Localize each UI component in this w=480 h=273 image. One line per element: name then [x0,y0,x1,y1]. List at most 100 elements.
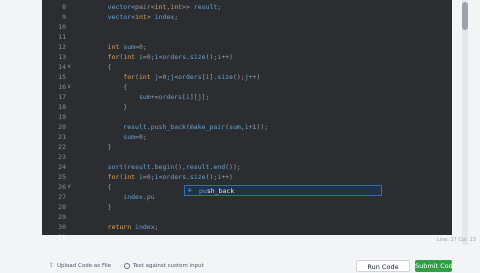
code-token: ++) [221,173,233,181]
custom-input-checkbox[interactable] [124,263,130,269]
fold-chevron-icon[interactable]: ∨ [67,182,71,192]
custom-input-label[interactable]: Test against custom input [133,263,204,269]
run-code-button[interactable]: Run Code [356,260,410,272]
code-line[interactable]: 19 [42,112,452,122]
code-token: int [138,73,155,81]
line-number: 10 [58,23,66,31]
code-editor[interactable]: 8 vector<pair<int,int>> result; 9 vector<… [42,0,452,235]
upload-code-link[interactable]: Upload Code as File [57,263,111,269]
code-line[interactable]: 28 } [42,202,452,212]
code-line[interactable]: 24 sort(result.begin(),result.end()); [42,162,452,172]
upload-icon[interactable]: ⇪ [49,262,54,269]
line-number: 29 [58,213,66,221]
code-text: int sum=0; [92,42,147,52]
code-token: ]; [201,93,210,101]
code-token: result [185,163,210,171]
code-token: (), [174,163,186,171]
page-scrollbar-track[interactable] [462,0,468,270]
code-token: int [135,13,147,21]
code-token: int [123,173,139,181]
code-token: ; [154,223,159,231]
code-token: ()); [225,163,241,171]
code-token: sort [92,163,124,171]
fold-chevron-icon[interactable]: ∨ [67,82,71,92]
code-token: int [154,3,167,11]
code-token: result [127,163,151,171]
code-token: =0; [135,43,147,51]
code-line[interactable]: 29 [42,212,452,222]
code-token: make_pair [189,123,226,131]
code-line[interactable]: 12 int sum=0; [42,42,452,52]
code-line[interactable]: 11 [42,32,452,42]
code-token: (); [232,73,245,81]
code-token: (); [205,53,218,61]
line-number: 8 [62,3,66,11]
code-token: for [92,73,136,81]
code-text: vector<pair<int,int>> result; [92,2,222,12]
line-number: 27 [58,193,66,201]
code-token: index [92,193,143,201]
code-text: { [92,82,127,92]
code-token: =0; [142,173,155,181]
code-line[interactable]: 17 sum+=orders[i][j]; [42,92,452,102]
code-line[interactable]: 20 result.push_back(make_pair(sum,i+1)); [42,122,452,132]
code-text: for(int j=0;j<orders[i].size();j++) [92,72,260,82]
code-text: { [92,182,112,192]
code-token: result [92,123,147,131]
line-number: 19 [58,113,66,121]
code-token: size [217,73,233,81]
code-line[interactable]: 23 [42,152,452,162]
code-token: vector [92,13,132,21]
code-line[interactable]: 18 } [42,102,452,112]
line-number: 25 [58,173,66,181]
code-line[interactable]: 10 [42,22,452,32]
code-token: int [92,43,124,51]
line-number: 23 [58,153,66,161]
method-icon: ⊕ [188,187,192,194]
code-line[interactable]: 15 for(int j=0;j<orders[i].size();j++) [42,72,452,82]
code-token: index [154,13,175,21]
code-token: vector [92,3,132,11]
autocomplete-suggestion[interactable]: ⊕ push_back [184,185,382,196]
line-number: 18 [58,103,66,111]
code-text: sum=0; [92,132,147,142]
code-line[interactable]: 8 vector<pair<int,int>> result; [42,2,452,12]
code-token: sum [123,43,136,51]
code-line[interactable]: 25 for(int i=0;i<orders.size();i++) [42,172,452,182]
code-token: ; [217,3,222,11]
code-token: return [92,223,136,231]
fold-chevron-icon[interactable]: ∨ [67,62,71,72]
line-number: 9 [62,13,66,21]
code-line[interactable]: 16 ∨ { [42,82,452,92]
suggestion-rest-text: sh_back [206,187,235,195]
code-line[interactable]: 22 } [42,142,452,152]
code-token: ++) [248,73,261,81]
code-line[interactable]: 9 vector<int> index; [42,12,452,22]
suggestion-match-text: pu [199,187,207,195]
code-line[interactable]: 30 return index; [42,222,452,232]
code-text: { [92,62,112,72]
code-token: > [146,13,155,21]
cursor-position: Line: 27 Col: 13 [436,237,476,243]
code-text: vector<int> index; [92,12,179,22]
code-token: int [170,3,183,11]
code-text: } [92,142,112,152]
code-line[interactable]: 14 ∨ { [42,62,452,72]
submit-code-button[interactable]: Submit Code [415,260,452,272]
code-line[interactable]: 21 sum=0; [42,132,452,142]
code-token: pu [146,193,155,201]
line-number: 17 [58,93,66,101]
code-token: size [189,53,206,61]
code-text: return index; [92,222,159,232]
code-token: } [92,143,112,151]
line-number: 14 [58,63,66,71]
code-token: +1)); [248,123,269,131]
code-token: for [92,173,120,181]
line-number: 30 [58,223,66,231]
code-token: sum [92,133,136,141]
code-line[interactable]: 13 for(int i=0;i<orders.size();i++) [42,52,452,62]
line-number: 21 [58,133,66,141]
code-token: for [92,53,120,61]
page-scrollbar-thumb[interactable] [462,2,468,30]
code-line[interactable]: 31 [42,232,452,235]
